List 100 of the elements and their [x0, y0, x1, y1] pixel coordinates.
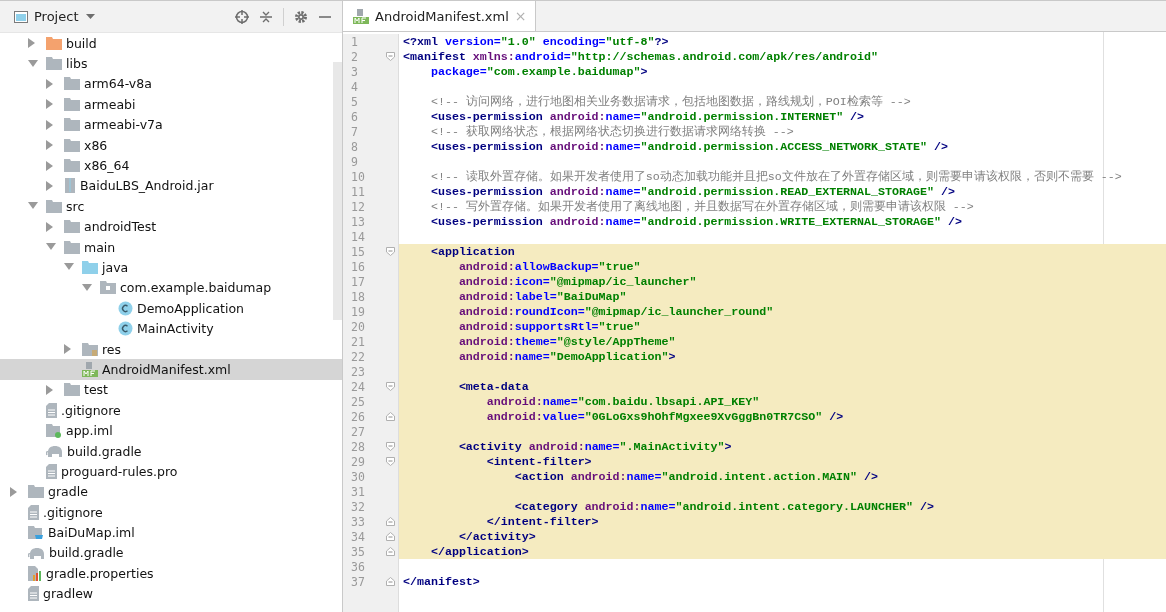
tree-item[interactable]: build.gradle	[49, 545, 124, 561]
expanded-arrow-icon[interactable]	[82, 283, 92, 292]
line-number: 7	[350, 124, 359, 139]
line-number: 5	[350, 94, 359, 109]
code-line: <?xml version="1.0" encoding="utf-8"?>	[403, 35, 669, 48]
fold-end-icon[interactable]	[386, 517, 396, 526]
text-file-icon	[46, 402, 57, 418]
tree-item[interactable]: BaiDuMap.iml	[48, 525, 135, 541]
collapsed-arrow-icon[interactable]	[28, 38, 36, 49]
editor-tab[interactable]: AndroidManifest.xml ×	[343, 1, 536, 31]
fold-end-icon[interactable]	[386, 577, 396, 586]
collapsed-arrow-icon[interactable]	[46, 180, 54, 191]
folder-icon	[64, 240, 80, 254]
tree-item[interactable]: src	[66, 198, 85, 214]
tree-item[interactable]: build.gradle	[67, 443, 142, 459]
text-file-icon	[28, 504, 39, 520]
line-number: 4	[350, 79, 359, 94]
collapse-all-icon[interactable]	[259, 9, 273, 24]
collapsed-arrow-icon[interactable]	[46, 119, 54, 130]
tree-item[interactable]: MainActivity	[137, 321, 214, 337]
tree-item[interactable]: main	[84, 239, 116, 255]
tree-item[interactable]: armeabi-v7a	[84, 117, 163, 133]
tree-item[interactable]: proguard-rules.pro	[61, 463, 178, 479]
line-number: 34	[350, 529, 366, 544]
tree-item[interactable]: BaiduLBS_Android.jar	[80, 178, 214, 194]
code-line: <category android:name="android.intent.category.LAUNCHER" />	[513, 500, 934, 513]
tree-item[interactable]: test	[84, 382, 108, 398]
line-number: 37	[350, 574, 366, 589]
fold-end-icon[interactable]	[386, 547, 396, 556]
expanded-arrow-icon[interactable]	[46, 243, 56, 252]
fold-end-icon[interactable]	[386, 412, 396, 421]
code-line: <intent-filter>	[485, 455, 592, 468]
settings-icon[interactable]	[294, 9, 308, 24]
tree-item[interactable]: app.iml	[66, 423, 113, 439]
class-icon	[118, 300, 133, 316]
expanded-arrow-icon[interactable]	[64, 263, 74, 272]
fold-marker-icon[interactable]	[386, 457, 396, 466]
code-line: <!-- 获取网络状态，根据网络状态切换进行数据请求网络转换 -->	[429, 125, 794, 138]
line-number: 1	[350, 34, 359, 49]
fold-marker-icon[interactable]	[386, 247, 396, 256]
fold-marker-icon[interactable]	[386, 52, 396, 61]
code-line: </manifest>	[403, 575, 480, 588]
collapsed-arrow-icon[interactable]	[10, 486, 18, 497]
line-number: 21	[350, 334, 366, 349]
collapsed-arrow-icon[interactable]	[46, 160, 54, 171]
line-number: 3	[350, 64, 359, 79]
scrollbar-thumb[interactable]	[333, 62, 342, 320]
tree-item[interactable]: res	[102, 341, 122, 357]
line-number: 23	[350, 364, 366, 379]
project-view-dropdown[interactable]: Project	[34, 9, 96, 24]
fold-marker-icon[interactable]	[386, 382, 396, 391]
fold-marker-icon[interactable]	[386, 442, 396, 451]
tree-item[interactable]: androidTest	[84, 219, 157, 235]
fold-end-icon[interactable]	[386, 532, 396, 541]
line-number: 36	[350, 559, 366, 574]
tree-item[interactable]: com.example.baidumap	[120, 280, 272, 296]
tree-item[interactable]: x86	[84, 137, 108, 153]
tree-item[interactable]: .gitignore	[61, 402, 121, 418]
package-icon	[100, 281, 116, 295]
line-number: 29	[350, 454, 366, 469]
code-line: <uses-permission android:name="android.permission.READ_EXTERNAL_STORAGE" />	[429, 185, 955, 198]
tree-item[interactable]: java	[102, 260, 129, 275]
tree-item[interactable]: gradle.properties	[46, 565, 154, 581]
line-number: 27	[350, 424, 366, 439]
tree-item[interactable]: DemoApplication	[137, 300, 244, 316]
expanded-arrow-icon[interactable]	[28, 202, 38, 211]
tree-item[interactable]: .gitignore	[43, 504, 103, 520]
line-number: 6	[350, 109, 359, 124]
collapsed-arrow-icon[interactable]	[46, 140, 54, 151]
tree-item[interactable]: gradlew	[43, 586, 94, 602]
line-number: 25	[350, 394, 366, 409]
folder-icon	[46, 36, 62, 50]
tree-item[interactable]: gradle	[48, 484, 88, 500]
collapsed-arrow-icon[interactable]	[64, 344, 72, 355]
code-line: android:name="com.baidu.lbsapi.API_KEY"	[485, 395, 760, 408]
tree-item[interactable]: armeabi	[84, 96, 136, 112]
expanded-arrow-icon[interactable]	[28, 59, 38, 68]
collapsed-arrow-icon[interactable]	[46, 99, 54, 110]
code-line: android:supportsRtl="true"	[457, 320, 641, 333]
collapsed-arrow-icon[interactable]	[46, 78, 54, 89]
text-file-icon	[46, 463, 57, 479]
folder-icon	[82, 261, 98, 274]
tree-item[interactable]: libs	[66, 56, 88, 72]
tree-item[interactable]: x86_64	[84, 158, 130, 174]
tree-item[interactable]: build	[66, 35, 97, 51]
line-number: 30	[350, 469, 366, 484]
elephant-icon	[28, 546, 45, 559]
project-view-icon	[14, 10, 28, 23]
line-number: 18	[350, 289, 366, 304]
collapsed-arrow-icon[interactable]	[46, 384, 54, 395]
folder-icon	[64, 77, 80, 91]
collapsed-arrow-icon[interactable]	[46, 221, 54, 232]
text-file-icon	[28, 586, 39, 602]
tree-item[interactable]: arm64-v8a	[84, 76, 152, 92]
locate-icon[interactable]	[235, 9, 249, 24]
code-line: <manifest xmlns:android="http://schemas.android.com/apk/res/android"	[403, 50, 879, 63]
code-line: package="com.example.baidumap">	[429, 65, 648, 78]
folder-icon	[64, 383, 80, 397]
line-number: 16	[350, 259, 366, 274]
line-number: 28	[350, 439, 366, 454]
